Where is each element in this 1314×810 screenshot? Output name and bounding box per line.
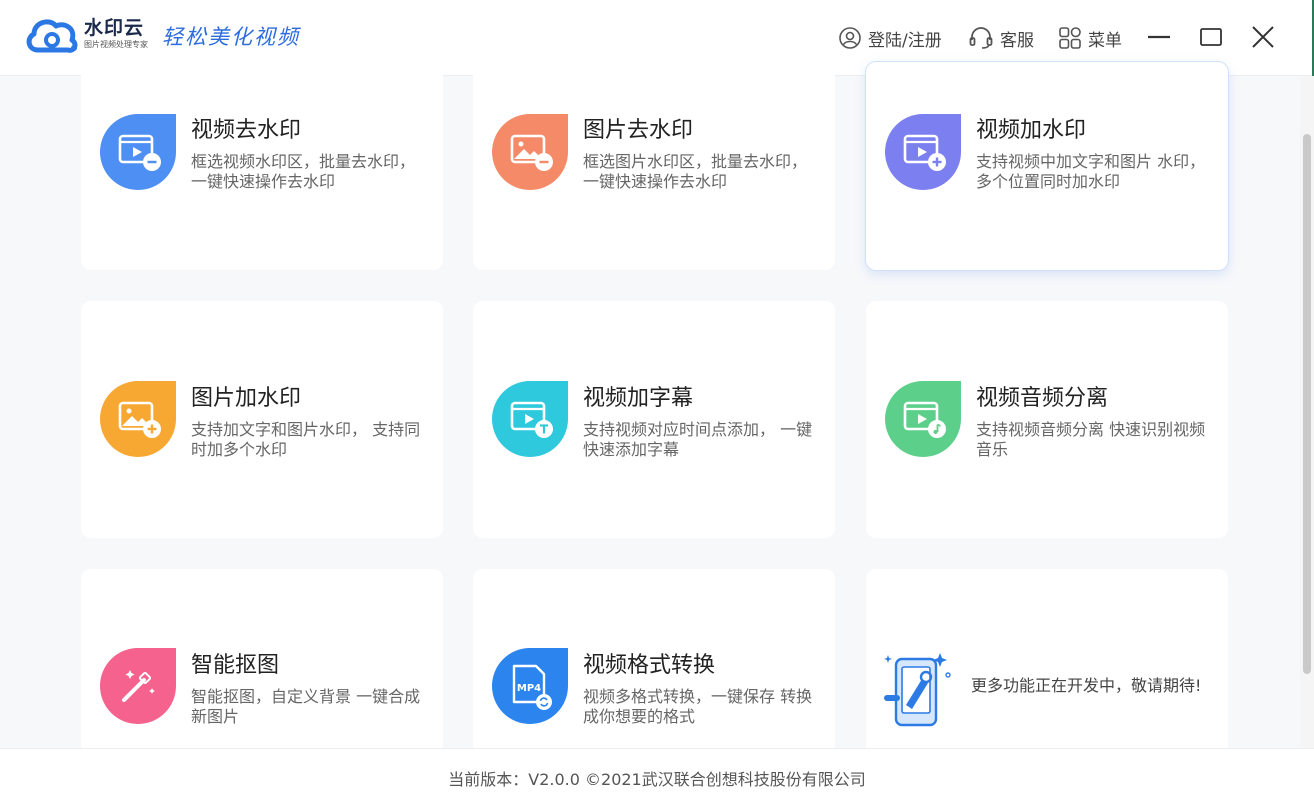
minimize-button[interactable] bbox=[1144, 22, 1174, 52]
minimize-icon bbox=[1148, 35, 1170, 39]
brand-name: 水印云 bbox=[84, 17, 145, 39]
headset-icon bbox=[969, 27, 993, 49]
customer-service-button[interactable]: 客服 bbox=[968, 24, 1034, 52]
login-label: 登陆/注册 bbox=[868, 30, 942, 51]
video-subtitle-icon bbox=[492, 381, 568, 457]
coming-soon-card: 更多功能正在开发中，敬请期待! bbox=[866, 569, 1228, 748]
feature-desc: 智能抠图，自定义背景 一键合成新图片 bbox=[191, 687, 421, 726]
feature-desc: 支持视频中加文字和图片 水印，多个位置同时加水印 bbox=[976, 152, 1206, 191]
mp4-convert-icon: MP4 bbox=[492, 648, 568, 724]
feature-desc: 框选视频水印区，批量去水印， 一键快速操作去水印 bbox=[191, 152, 416, 191]
video-audio-icon bbox=[885, 381, 961, 457]
feature-desc: 支持视频音频分离 快速识别视频音乐 bbox=[976, 420, 1206, 459]
feature-desc: 框选图片水印区，批量去水印， 一键快速操作去水印 bbox=[583, 152, 808, 191]
feature-card-video-add-watermark[interactable]: 视频加水印 支持视频中加文字和图片 水印，多个位置同时加水印 bbox=[866, 62, 1228, 270]
feature-card-video-audio-split[interactable]: 视频音频分离 支持视频音频分离 快速识别视频音乐 bbox=[866, 301, 1228, 538]
maximize-button[interactable] bbox=[1196, 22, 1226, 52]
login-button[interactable]: 登陆/注册 bbox=[838, 24, 942, 52]
service-label: 客服 bbox=[1000, 30, 1034, 51]
feature-title: 视频加水印 bbox=[976, 118, 1087, 143]
feature-title: 图片去水印 bbox=[583, 118, 694, 143]
feature-card-image-remove-watermark[interactable]: 图片去水印 框选图片水印区，批量去水印， 一键快速操作去水印 bbox=[473, 62, 835, 270]
close-button[interactable] bbox=[1248, 22, 1278, 52]
feature-card-video-remove-watermark[interactable]: 视频去水印 框选视频水印区，批量去水印， 一键快速操作去水印 bbox=[81, 62, 443, 270]
slogan: 轻松美化视频 bbox=[162, 25, 300, 49]
feature-title: 视频加字幕 bbox=[583, 386, 694, 411]
feature-title: 智能抠图 bbox=[191, 653, 280, 678]
version-text: 当前版本：V2.0.0 ©2021武汉联合创想科技股份有限公司 bbox=[448, 770, 866, 789]
brand: 水印云 图片视频处理专家 bbox=[84, 17, 148, 50]
image-add-icon bbox=[100, 381, 176, 457]
feature-card-video-format-convert[interactable]: MP4 视频格式转换 视频多格式转换，一键保存 转换成你想要的格式 bbox=[473, 569, 835, 748]
feature-desc: 视频多格式转换，一键保存 转换成你想要的格式 bbox=[583, 687, 813, 726]
feature-card-smart-cutout[interactable]: 智能抠图 智能抠图，自定义背景 一键合成新图片 bbox=[81, 569, 443, 748]
brand-subtitle: 图片视频处理专家 bbox=[84, 40, 148, 49]
video-add-icon bbox=[885, 114, 961, 190]
feature-desc: 支持视频对应时间点添加， 一键快速添加字幕 bbox=[583, 420, 813, 459]
menu-button[interactable]: 菜单 bbox=[1058, 24, 1122, 52]
feature-title: 图片加水印 bbox=[191, 386, 302, 411]
close-icon bbox=[1252, 26, 1274, 48]
scrollbar-thumb[interactable] bbox=[1303, 134, 1311, 674]
svg-text:MP4: MP4 bbox=[517, 683, 541, 694]
cloud-logo-icon bbox=[26, 19, 78, 53]
user-icon bbox=[839, 27, 861, 49]
grid-menu-icon bbox=[1059, 27, 1081, 49]
coming-soon-text: 更多功能正在开发中，敬请期待! bbox=[971, 676, 1202, 695]
phone-tools-icon bbox=[884, 653, 951, 727]
image-remove-icon bbox=[492, 114, 568, 190]
feature-title: 视频音频分离 bbox=[976, 386, 1109, 411]
feature-title: 视频去水印 bbox=[191, 118, 302, 143]
feature-title: 视频格式转换 bbox=[583, 653, 716, 678]
menu-label: 菜单 bbox=[1088, 30, 1122, 51]
magic-wand-icon bbox=[100, 648, 176, 724]
video-remove-icon bbox=[100, 114, 176, 190]
maximize-icon bbox=[1200, 28, 1222, 46]
feature-desc: 支持加文字和图片水印， 支持同时加多个水印 bbox=[191, 420, 421, 459]
footer: 当前版本：V2.0.0 ©2021武汉联合创想科技股份有限公司 bbox=[0, 748, 1314, 810]
feature-card-image-add-watermark[interactable]: 图片加水印 支持加文字和图片水印， 支持同时加多个水印 bbox=[81, 301, 443, 538]
feature-card-video-subtitle[interactable]: 视频加字幕 支持视频对应时间点添加， 一键快速添加字幕 bbox=[473, 301, 835, 538]
